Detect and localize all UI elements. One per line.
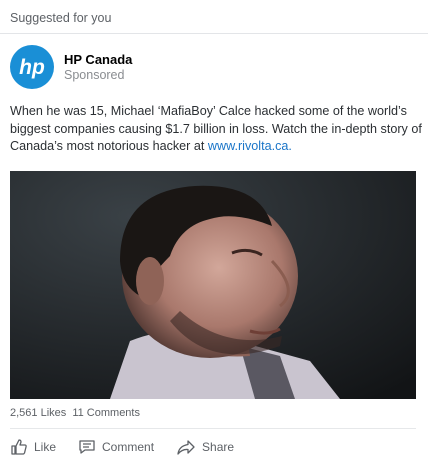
post-stats: 2,561 Likes 11 Comments <box>10 407 143 419</box>
advertiser-logo[interactable]: hp <box>10 45 54 89</box>
post-text: When he was 15, Michael ‘MafiaBoy’ Calce… <box>10 103 422 156</box>
like-button[interactable]: Like <box>10 438 56 456</box>
post-link[interactable]: www.rivolta.ca. <box>208 139 292 153</box>
comments-count[interactable]: 11 Comments <box>72 407 140 419</box>
video-thumbnail <box>10 171 416 399</box>
divider <box>0 33 428 34</box>
share-arrow-icon <box>177 440 195 455</box>
share-button[interactable]: Share <box>176 438 234 456</box>
sponsored-label: Sponsored <box>64 68 125 82</box>
comment-label: Comment <box>102 440 155 454</box>
action-bar: Like Comment Share <box>10 436 234 458</box>
svg-text:hp: hp <box>19 56 45 79</box>
comment-button[interactable]: Comment <box>78 438 154 456</box>
suggested-label: Suggested for you <box>10 11 112 25</box>
hp-logo-icon: hp <box>19 56 45 79</box>
advertiser-name[interactable]: HP Canada <box>64 52 132 67</box>
sponsored-post-card: Suggested for you hp HP Canada Sponsored… <box>0 0 428 464</box>
like-label: Like <box>34 440 57 454</box>
likes-count[interactable]: 2,561 Likes <box>10 407 66 419</box>
video-player[interactable] <box>10 171 416 399</box>
share-label: Share <box>202 440 235 454</box>
speech-bubble-icon <box>79 440 95 454</box>
thumbs-up-icon <box>11 439 27 455</box>
divider <box>10 428 416 429</box>
